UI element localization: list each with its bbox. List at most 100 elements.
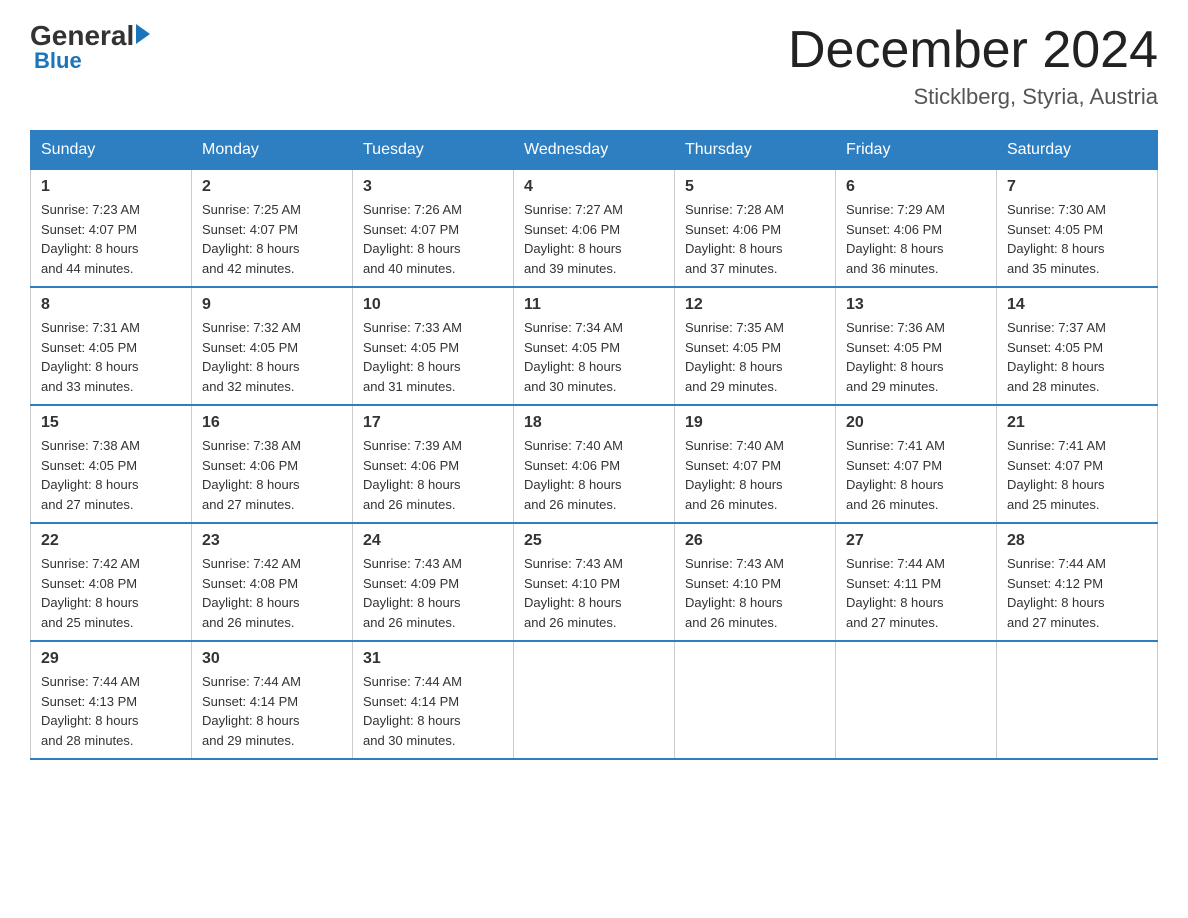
day-info: Sunrise: 7:32 AM Sunset: 4:05 PM Dayligh… (202, 320, 301, 394)
day-number: 5 (685, 178, 825, 196)
calendar-cell: 13 Sunrise: 7:36 AM Sunset: 4:05 PM Dayl… (836, 287, 997, 405)
calendar-cell: 8 Sunrise: 7:31 AM Sunset: 4:05 PM Dayli… (31, 287, 192, 405)
day-number: 24 (363, 532, 503, 550)
calendar-cell: 23 Sunrise: 7:42 AM Sunset: 4:08 PM Dayl… (192, 523, 353, 641)
calendar-cell: 9 Sunrise: 7:32 AM Sunset: 4:05 PM Dayli… (192, 287, 353, 405)
calendar-cell: 29 Sunrise: 7:44 AM Sunset: 4:13 PM Dayl… (31, 641, 192, 759)
day-number: 22 (41, 532, 181, 550)
day-info: Sunrise: 7:31 AM Sunset: 4:05 PM Dayligh… (41, 320, 140, 394)
calendar-cell (997, 641, 1158, 759)
day-header-tuesday: Tuesday (353, 131, 514, 170)
day-info: Sunrise: 7:42 AM Sunset: 4:08 PM Dayligh… (202, 556, 301, 630)
day-info: Sunrise: 7:39 AM Sunset: 4:06 PM Dayligh… (363, 438, 462, 512)
day-info: Sunrise: 7:43 AM Sunset: 4:10 PM Dayligh… (524, 556, 623, 630)
day-number: 7 (1007, 178, 1147, 196)
title-block: December 2024 Sticklberg, Styria, Austri… (788, 20, 1158, 110)
day-number: 4 (524, 178, 664, 196)
day-number: 6 (846, 178, 986, 196)
day-number: 14 (1007, 296, 1147, 314)
calendar-cell: 6 Sunrise: 7:29 AM Sunset: 4:06 PM Dayli… (836, 170, 997, 288)
calendar-cell: 11 Sunrise: 7:34 AM Sunset: 4:05 PM Dayl… (514, 287, 675, 405)
day-info: Sunrise: 7:43 AM Sunset: 4:10 PM Dayligh… (685, 556, 784, 630)
day-number: 10 (363, 296, 503, 314)
calendar-header-row: SundayMondayTuesdayWednesdayThursdayFrid… (31, 131, 1158, 170)
calendar-cell (514, 641, 675, 759)
calendar-table: SundayMondayTuesdayWednesdayThursdayFrid… (30, 130, 1158, 760)
calendar-cell (675, 641, 836, 759)
day-number: 27 (846, 532, 986, 550)
day-number: 23 (202, 532, 342, 550)
day-info: Sunrise: 7:42 AM Sunset: 4:08 PM Dayligh… (41, 556, 140, 630)
day-number: 17 (363, 414, 503, 432)
day-info: Sunrise: 7:44 AM Sunset: 4:14 PM Dayligh… (202, 674, 301, 748)
day-info: Sunrise: 7:30 AM Sunset: 4:05 PM Dayligh… (1007, 202, 1106, 276)
day-info: Sunrise: 7:27 AM Sunset: 4:06 PM Dayligh… (524, 202, 623, 276)
calendar-cell: 4 Sunrise: 7:27 AM Sunset: 4:06 PM Dayli… (514, 170, 675, 288)
calendar-week-row: 22 Sunrise: 7:42 AM Sunset: 4:08 PM Dayl… (31, 523, 1158, 641)
calendar-cell: 24 Sunrise: 7:43 AM Sunset: 4:09 PM Dayl… (353, 523, 514, 641)
day-info: Sunrise: 7:41 AM Sunset: 4:07 PM Dayligh… (1007, 438, 1106, 512)
calendar-week-row: 8 Sunrise: 7:31 AM Sunset: 4:05 PM Dayli… (31, 287, 1158, 405)
calendar-cell: 18 Sunrise: 7:40 AM Sunset: 4:06 PM Dayl… (514, 405, 675, 523)
month-title: December 2024 (788, 20, 1158, 80)
day-info: Sunrise: 7:28 AM Sunset: 4:06 PM Dayligh… (685, 202, 784, 276)
calendar-cell: 21 Sunrise: 7:41 AM Sunset: 4:07 PM Dayl… (997, 405, 1158, 523)
calendar-cell: 26 Sunrise: 7:43 AM Sunset: 4:10 PM Dayl… (675, 523, 836, 641)
day-number: 16 (202, 414, 342, 432)
calendar-cell: 5 Sunrise: 7:28 AM Sunset: 4:06 PM Dayli… (675, 170, 836, 288)
day-info: Sunrise: 7:38 AM Sunset: 4:05 PM Dayligh… (41, 438, 140, 512)
day-number: 19 (685, 414, 825, 432)
calendar-cell: 3 Sunrise: 7:26 AM Sunset: 4:07 PM Dayli… (353, 170, 514, 288)
calendar-week-row: 15 Sunrise: 7:38 AM Sunset: 4:05 PM Dayl… (31, 405, 1158, 523)
calendar-cell: 19 Sunrise: 7:40 AM Sunset: 4:07 PM Dayl… (675, 405, 836, 523)
day-info: Sunrise: 7:36 AM Sunset: 4:05 PM Dayligh… (846, 320, 945, 394)
calendar-cell (836, 641, 997, 759)
calendar-cell: 15 Sunrise: 7:38 AM Sunset: 4:05 PM Dayl… (31, 405, 192, 523)
calendar-week-row: 29 Sunrise: 7:44 AM Sunset: 4:13 PM Dayl… (31, 641, 1158, 759)
day-number: 29 (41, 650, 181, 668)
day-header-saturday: Saturday (997, 131, 1158, 170)
day-number: 21 (1007, 414, 1147, 432)
day-number: 8 (41, 296, 181, 314)
day-info: Sunrise: 7:37 AM Sunset: 4:05 PM Dayligh… (1007, 320, 1106, 394)
day-info: Sunrise: 7:33 AM Sunset: 4:05 PM Dayligh… (363, 320, 462, 394)
day-info: Sunrise: 7:41 AM Sunset: 4:07 PM Dayligh… (846, 438, 945, 512)
day-info: Sunrise: 7:23 AM Sunset: 4:07 PM Dayligh… (41, 202, 140, 276)
day-number: 30 (202, 650, 342, 668)
calendar-cell: 14 Sunrise: 7:37 AM Sunset: 4:05 PM Dayl… (997, 287, 1158, 405)
day-info: Sunrise: 7:34 AM Sunset: 4:05 PM Dayligh… (524, 320, 623, 394)
calendar-cell: 12 Sunrise: 7:35 AM Sunset: 4:05 PM Dayl… (675, 287, 836, 405)
calendar-cell: 17 Sunrise: 7:39 AM Sunset: 4:06 PM Dayl… (353, 405, 514, 523)
day-info: Sunrise: 7:44 AM Sunset: 4:14 PM Dayligh… (363, 674, 462, 748)
day-number: 11 (524, 296, 664, 314)
day-number: 12 (685, 296, 825, 314)
day-info: Sunrise: 7:29 AM Sunset: 4:06 PM Dayligh… (846, 202, 945, 276)
day-number: 18 (524, 414, 664, 432)
calendar-cell: 2 Sunrise: 7:25 AM Sunset: 4:07 PM Dayli… (192, 170, 353, 288)
location-text: Sticklberg, Styria, Austria (788, 84, 1158, 110)
day-info: Sunrise: 7:43 AM Sunset: 4:09 PM Dayligh… (363, 556, 462, 630)
day-info: Sunrise: 7:35 AM Sunset: 4:05 PM Dayligh… (685, 320, 784, 394)
day-info: Sunrise: 7:44 AM Sunset: 4:13 PM Dayligh… (41, 674, 140, 748)
day-number: 13 (846, 296, 986, 314)
day-info: Sunrise: 7:38 AM Sunset: 4:06 PM Dayligh… (202, 438, 301, 512)
day-info: Sunrise: 7:25 AM Sunset: 4:07 PM Dayligh… (202, 202, 301, 276)
day-header-wednesday: Wednesday (514, 131, 675, 170)
calendar-cell: 28 Sunrise: 7:44 AM Sunset: 4:12 PM Dayl… (997, 523, 1158, 641)
day-header-friday: Friday (836, 131, 997, 170)
calendar-cell: 10 Sunrise: 7:33 AM Sunset: 4:05 PM Dayl… (353, 287, 514, 405)
calendar-week-row: 1 Sunrise: 7:23 AM Sunset: 4:07 PM Dayli… (31, 170, 1158, 288)
day-number: 9 (202, 296, 342, 314)
calendar-cell: 7 Sunrise: 7:30 AM Sunset: 4:05 PM Dayli… (997, 170, 1158, 288)
page-header: General Blue December 2024 Sticklberg, S… (30, 20, 1158, 110)
calendar-cell: 27 Sunrise: 7:44 AM Sunset: 4:11 PM Dayl… (836, 523, 997, 641)
day-info: Sunrise: 7:40 AM Sunset: 4:07 PM Dayligh… (685, 438, 784, 512)
calendar-cell: 1 Sunrise: 7:23 AM Sunset: 4:07 PM Dayli… (31, 170, 192, 288)
calendar-cell: 25 Sunrise: 7:43 AM Sunset: 4:10 PM Dayl… (514, 523, 675, 641)
day-number: 26 (685, 532, 825, 550)
day-number: 25 (524, 532, 664, 550)
calendar-cell: 31 Sunrise: 7:44 AM Sunset: 4:14 PM Dayl… (353, 641, 514, 759)
day-info: Sunrise: 7:44 AM Sunset: 4:12 PM Dayligh… (1007, 556, 1106, 630)
day-info: Sunrise: 7:26 AM Sunset: 4:07 PM Dayligh… (363, 202, 462, 276)
day-number: 20 (846, 414, 986, 432)
